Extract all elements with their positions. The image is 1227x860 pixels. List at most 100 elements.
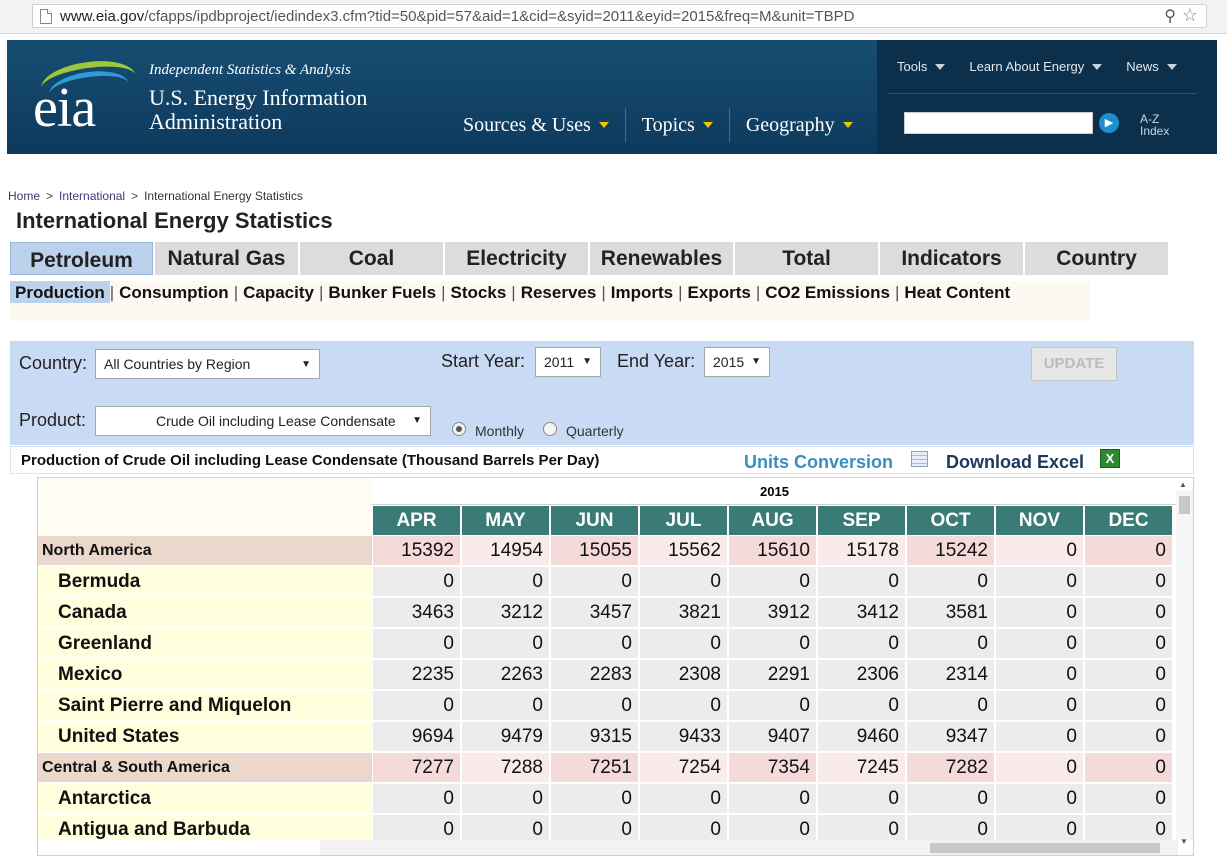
- product-select[interactable]: Crude Oil including Lease Condensate ▼: [95, 406, 431, 436]
- bookmark-star-icon[interactable]: ☆: [1182, 5, 1198, 26]
- nav-sources-uses[interactable]: Sources & Uses: [447, 108, 626, 142]
- table-cell: 2235: [373, 660, 460, 689]
- dropdown-arrow-icon: ▼: [751, 356, 761, 367]
- org-name[interactable]: U.S. Energy Information Administration: [149, 86, 367, 134]
- tab-indicators[interactable]: Indicators: [880, 242, 1023, 275]
- vertical-scrollbar[interactable]: ▲ ▼: [1176, 480, 1193, 846]
- quarterly-radio[interactable]: [543, 422, 557, 436]
- subnav-bunker-fuels[interactable]: Bunker Fuels: [323, 281, 441, 303]
- country-name: Mexico: [38, 660, 372, 689]
- monthly-radio[interactable]: [452, 422, 466, 436]
- scroll-thumb[interactable]: [1179, 496, 1190, 514]
- top-link-learn-about-energy[interactable]: Learn About Energy: [969, 59, 1103, 74]
- table-row: North America 15392 14954 15055 15562 15610 15…: [38, 536, 1177, 565]
- start-year-select[interactable]: 2011 ▼: [535, 347, 601, 377]
- table-cell: 3912: [729, 598, 816, 627]
- tab-natural-gas[interactable]: Natural Gas: [155, 242, 298, 275]
- tab-petroleum[interactable]: Petroleum: [10, 242, 153, 275]
- scroll-down-icon[interactable]: ▼: [1180, 837, 1188, 846]
- tab-electricity[interactable]: Electricity: [445, 242, 588, 275]
- eia-logo[interactable]: eia: [31, 55, 141, 139]
- table-cell: 0: [907, 629, 994, 658]
- chevron-down-icon: [1166, 63, 1177, 70]
- table-cell: 15055: [551, 536, 638, 565]
- subnav-heat-content[interactable]: Heat Content: [899, 281, 1015, 303]
- table-cell: 0: [640, 629, 727, 658]
- table-cell: 9407: [729, 722, 816, 751]
- search-input[interactable]: [904, 112, 1093, 134]
- units-conversion-link[interactable]: Units Conversion: [744, 452, 893, 473]
- table-cell: 0: [1085, 722, 1172, 751]
- tab-total[interactable]: Total: [735, 242, 878, 275]
- monthly-radio-label: Monthly: [475, 423, 525, 439]
- month-header-nov: NOV: [996, 506, 1083, 535]
- zoom-icon[interactable]: ⚲: [1164, 6, 1176, 26]
- table-cell: 7282: [907, 753, 994, 782]
- table-row: Antarctica 0 0 0 0 0 0 0 0 0: [38, 784, 1177, 813]
- subnav-exports[interactable]: Exports: [683, 281, 756, 303]
- table-cell: 0: [729, 784, 816, 813]
- table-cell: 0: [551, 784, 638, 813]
- page-title: International Energy Statistics: [16, 208, 333, 233]
- url-text[interactable]: www.eia.gov/cfapps/ipdbproject/iedindex3…: [60, 8, 854, 25]
- top-link-tools[interactable]: Tools: [897, 59, 946, 74]
- table-cell: 15178: [818, 536, 905, 565]
- subnav-co2-emissions[interactable]: CO2 Emissions: [760, 281, 895, 303]
- table-cell: 0: [640, 567, 727, 596]
- table-cell: 0: [462, 784, 549, 813]
- nav-geography[interactable]: Geography: [730, 108, 869, 142]
- end-year-select[interactable]: 2015 ▼: [704, 347, 770, 377]
- top-link-news[interactable]: News: [1126, 59, 1177, 74]
- calculator-icon[interactable]: [911, 451, 928, 467]
- table-cell: 2306: [818, 660, 905, 689]
- country-name: Antarctica: [38, 784, 372, 813]
- region-name: Central & South America: [38, 753, 372, 782]
- category-tabs: Petroleum Natural Gas Coal Electricity R…: [10, 242, 1170, 275]
- download-excel-link[interactable]: Download Excel: [946, 452, 1084, 473]
- search-submit-icon[interactable]: ▶: [1099, 113, 1119, 133]
- table-cell: 14954: [462, 536, 549, 565]
- scroll-up-icon[interactable]: ▲: [1179, 480, 1187, 489]
- country-name: Bermuda: [38, 567, 372, 596]
- table-cell: 0: [640, 784, 727, 813]
- tab-coal[interactable]: Coal: [300, 242, 443, 275]
- table-caption-bar: Production of Crude Oil including Lease …: [10, 446, 1194, 474]
- table-cell: 7254: [640, 753, 727, 782]
- country-name: Canada: [38, 598, 372, 627]
- table-row: Mexico 2235 2263 2283 2308 2291 2306 2314 0 0: [38, 660, 1177, 689]
- subnav-stocks[interactable]: Stocks: [446, 281, 512, 303]
- table-cell: 0: [1085, 660, 1172, 689]
- tab-country[interactable]: Country: [1025, 242, 1168, 275]
- breadcrumb-home[interactable]: Home: [8, 189, 40, 203]
- month-header-apr: APR: [373, 506, 460, 535]
- breadcrumb-international[interactable]: International: [59, 189, 125, 203]
- country-select[interactable]: All Countries by Region ▼: [95, 349, 320, 379]
- tab-renewables[interactable]: Renewables: [590, 242, 733, 275]
- month-header-jun: JUN: [551, 506, 638, 535]
- subnav-consumption[interactable]: Consumption: [114, 281, 234, 303]
- table-cell: 0: [1085, 691, 1172, 720]
- month-header-dec: DEC: [1085, 506, 1172, 535]
- org-name-line2: Administration: [149, 109, 283, 134]
- table-cell: 0: [907, 567, 994, 596]
- az-index-link[interactable]: A-Z Index: [1140, 113, 1169, 137]
- subnav-production[interactable]: Production: [10, 281, 110, 303]
- scroll-thumb[interactable]: [930, 843, 1160, 853]
- subnav-capacity[interactable]: Capacity: [238, 281, 319, 303]
- table-cell: 0: [551, 567, 638, 596]
- nav-topics[interactable]: Topics: [626, 108, 730, 142]
- excel-icon[interactable]: X: [1100, 449, 1120, 468]
- table-cell: 0: [996, 536, 1083, 565]
- subnav-reserves[interactable]: Reserves: [516, 281, 602, 303]
- table-cell: 7251: [551, 753, 638, 782]
- horizontal-scrollbar[interactable]: [320, 840, 1178, 855]
- update-button[interactable]: UPDATE: [1031, 347, 1117, 381]
- subnav-imports[interactable]: Imports: [606, 281, 678, 303]
- table-cell: 15562: [640, 536, 727, 565]
- table-cell: 0: [818, 567, 905, 596]
- month-header-aug: AUG: [729, 506, 816, 535]
- breadcrumb-separator: >: [46, 189, 54, 203]
- table-cell: 0: [996, 598, 1083, 627]
- url-field[interactable]: www.eia.gov/cfapps/ipdbproject/iedindex3…: [32, 4, 1207, 28]
- row-header-corner: [38, 478, 372, 536]
